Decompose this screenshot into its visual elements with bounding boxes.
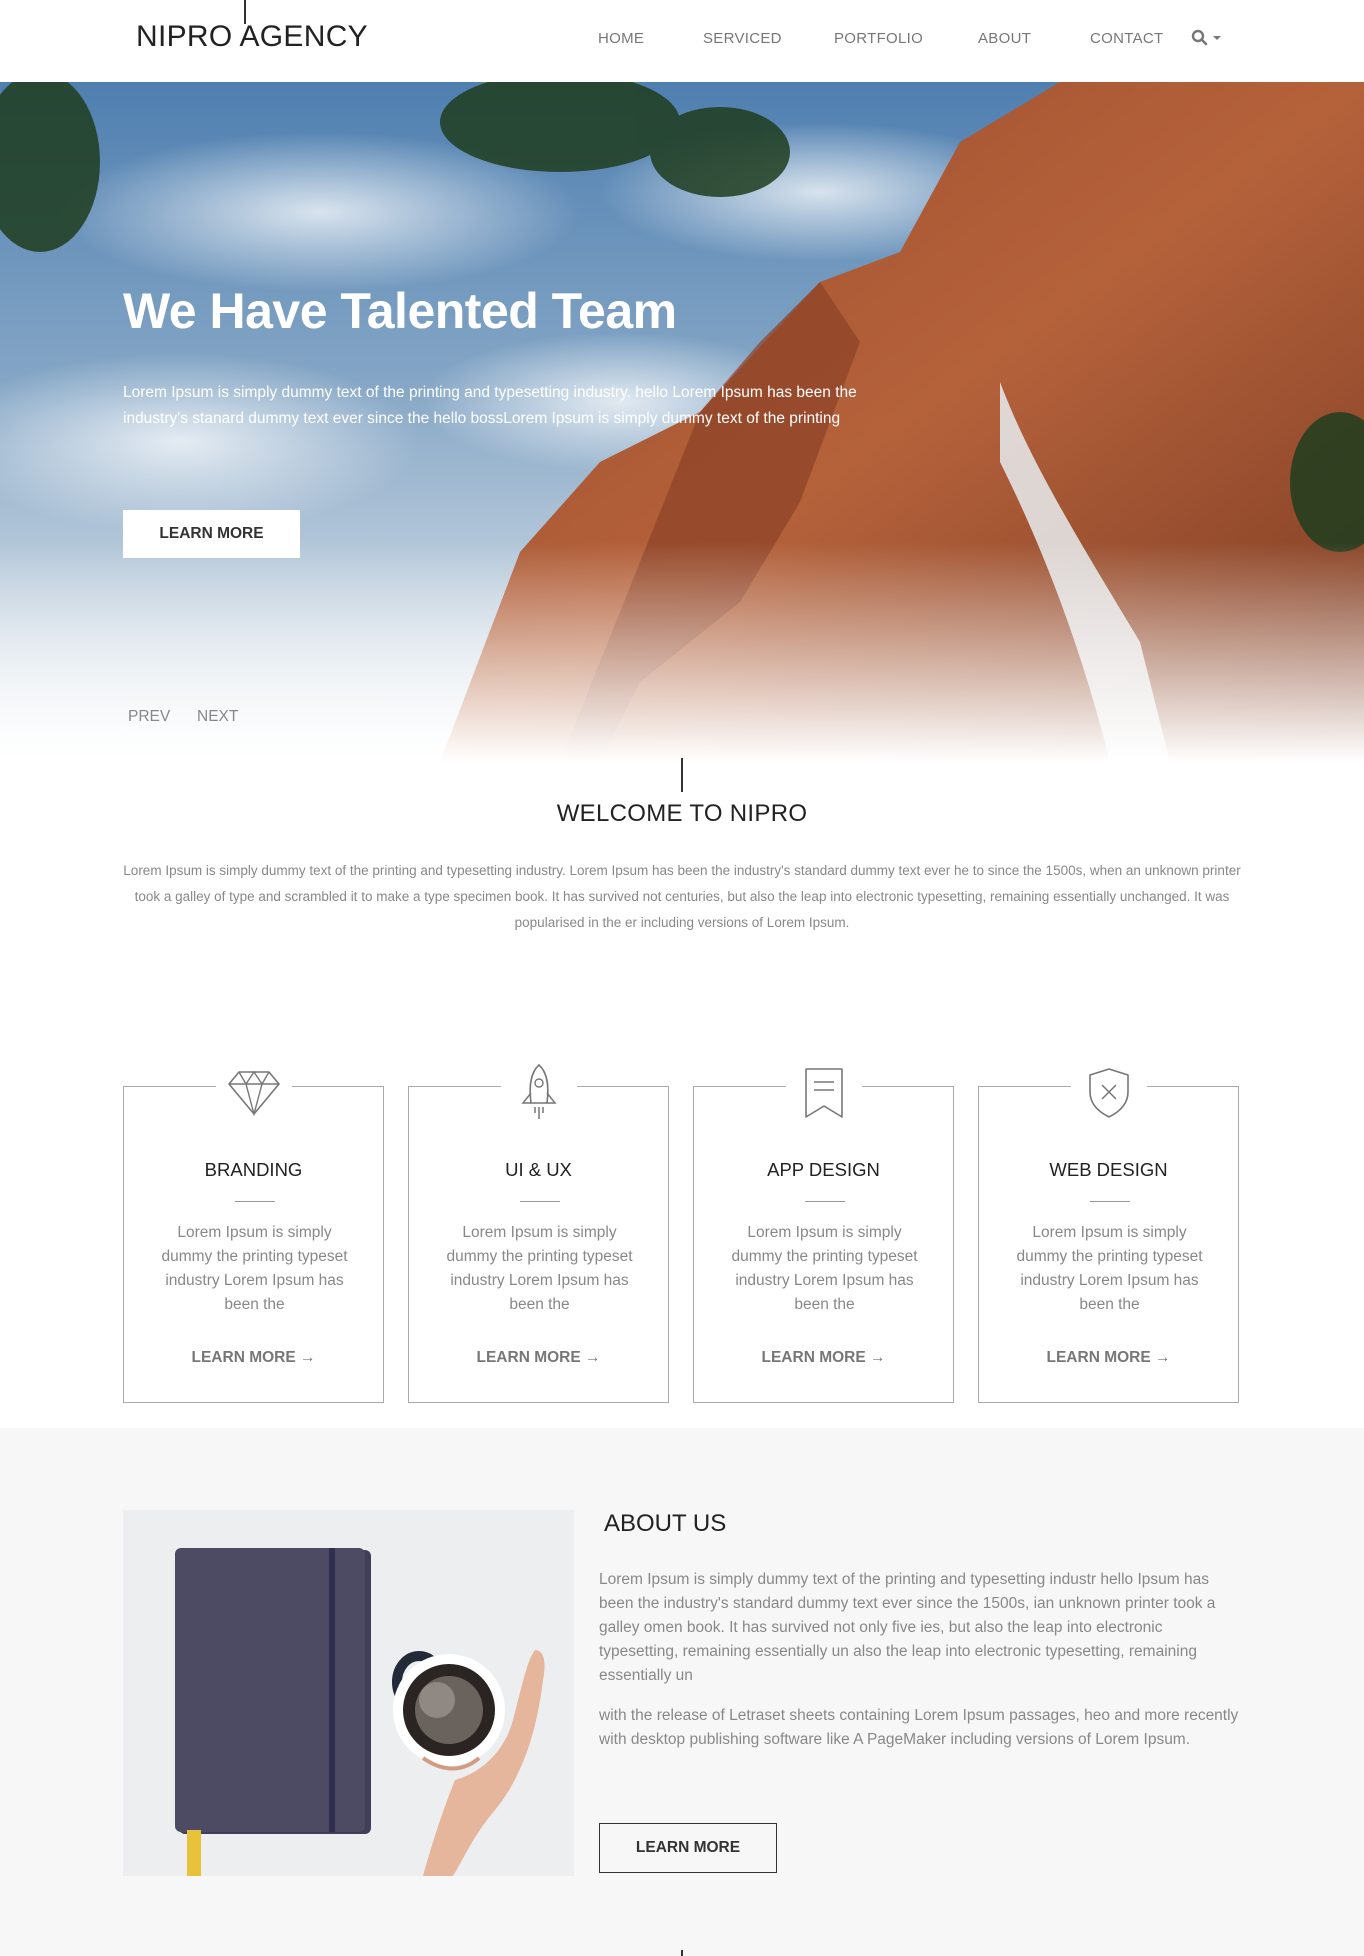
service-card-branding: BRANDING Lorem Ipsum is simply dummy the…: [123, 1063, 384, 1403]
service-learn-more-link[interactable]: LEARN MORE →: [979, 1349, 1238, 1367]
service-text: Lorem Ipsum is simply dummy the printing…: [731, 1224, 918, 1313]
welcome-divider: [681, 758, 683, 792]
service-card-ui-ux: UI & UX Lorem Ipsum is simply dummy the …: [408, 1063, 669, 1403]
service-title: UI & UX: [505, 1159, 572, 1180]
about-learn-more-button[interactable]: LEARN MORE: [599, 1823, 777, 1873]
main-nav: HOME SERVICED PORTFOLIO ABOUT CONTACT: [0, 30, 1364, 52]
service-card-web-design: WEB DESIGN Lorem Ipsum is simply dummy t…: [978, 1063, 1239, 1403]
nav-portfolio[interactable]: PORTFOLIO: [834, 30, 923, 47]
service-learn-more-link[interactable]: LEARN MORE →: [409, 1349, 668, 1367]
service-rule: [1090, 1201, 1130, 1202]
hero-text: Lorem Ipsum is simply dummy text of the …: [123, 384, 857, 427]
service-text: Lorem Ipsum is simply dummy the printing…: [1016, 1224, 1203, 1313]
site-header: NIPRO AGENCY HOME SERVICED PORTFOLIO ABO…: [0, 0, 1364, 82]
welcome-text: Lorem Ipsum is simply dummy text of the …: [123, 863, 1241, 930]
service-card-app-design: APP DESIGN Lorem Ipsum is simply dummy t…: [693, 1063, 954, 1403]
service-title: BRANDING: [204, 1159, 303, 1180]
service-learn-more-link[interactable]: LEARN MORE →: [694, 1349, 953, 1367]
nav-home[interactable]: HOME: [598, 30, 644, 47]
nav-about[interactable]: ABOUT: [978, 30, 1031, 47]
service-title: APP DESIGN: [767, 1159, 880, 1180]
service-rule: [805, 1201, 845, 1202]
nav-contact[interactable]: CONTACT: [1090, 30, 1163, 47]
nav-serviced[interactable]: SERVICED: [703, 30, 782, 47]
bottom-divider: [681, 1950, 683, 1956]
slider-prev-button[interactable]: PREV: [128, 708, 170, 726]
search-icon: [1191, 29, 1221, 46]
slider-next-button[interactable]: NEXT: [197, 708, 238, 726]
service-text: Lorem Ipsum is simply dummy the printing…: [161, 1224, 348, 1313]
about-title: ABOUT US: [604, 1510, 727, 1537]
about-paragraph-1: Lorem Ipsum is simply dummy text of the …: [599, 1571, 1216, 1684]
service-rule: [235, 1201, 275, 1202]
hero-slider: We Have Talented Team Lorem Ipsum is sim…: [0, 82, 1364, 762]
about-paragraph-2: with the release of Letraset sheets cont…: [599, 1707, 1239, 1748]
service-rule: [520, 1201, 560, 1202]
service-title: WEB DESIGN: [1049, 1159, 1168, 1180]
rocket-icon: [501, 1063, 577, 1123]
hero-learn-more-button[interactable]: LEARN MORE: [123, 510, 300, 558]
diamond-icon: [216, 1063, 292, 1123]
search-toggle[interactable]: [1190, 26, 1230, 50]
bookmark-icon: [786, 1063, 862, 1123]
shield-icon: [1071, 1063, 1147, 1123]
notebook-coffee-image: [123, 1510, 574, 1876]
service-text: Lorem Ipsum is simply dummy the printing…: [446, 1224, 633, 1313]
hero-title: We Have Talented Team: [123, 283, 677, 339]
welcome-title: WELCOME TO NIPRO: [556, 800, 808, 827]
about-section: ABOUT US Lorem Ipsum is simply dummy tex…: [0, 1428, 1364, 1956]
service-learn-more-link[interactable]: LEARN MORE →: [124, 1349, 383, 1367]
